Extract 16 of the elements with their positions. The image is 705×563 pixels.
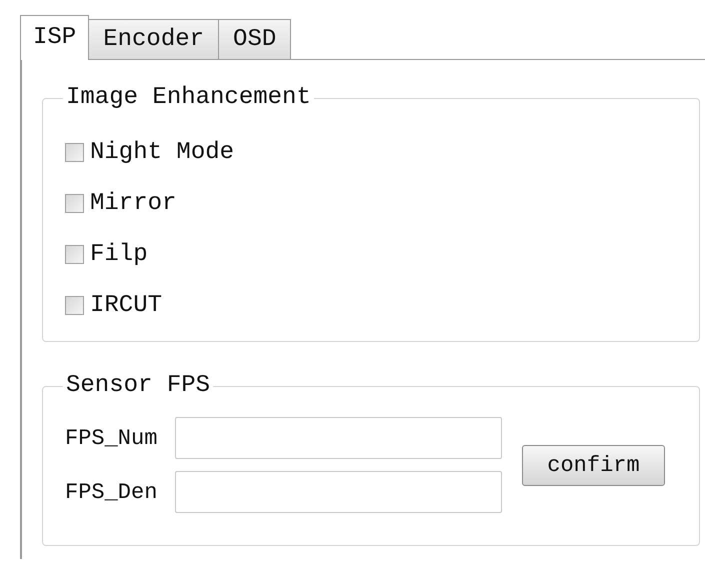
tab[interactable]: Encoder [89, 19, 220, 59]
input-field[interactable] [175, 417, 502, 459]
checkbox-label: Night Mode [90, 138, 234, 168]
checkbox-label: Mirror [90, 188, 176, 218]
checkbox[interactable] [65, 245, 84, 264]
field-label: FPS_Num [65, 424, 158, 452]
checkbox-label: Filp [90, 240, 148, 270]
tab[interactable]: ISP [20, 15, 90, 60]
input-field[interactable] [175, 471, 502, 513]
confirm-button[interactable]: confirm [522, 444, 665, 486]
checkbox[interactable] [65, 143, 84, 162]
tab[interactable]: OSD [219, 19, 292, 59]
checkbox[interactable] [65, 296, 84, 315]
field-label: FPS_Den [65, 478, 158, 506]
checkbox[interactable] [65, 194, 84, 213]
checkbox-label: IRCUT [90, 290, 162, 320]
